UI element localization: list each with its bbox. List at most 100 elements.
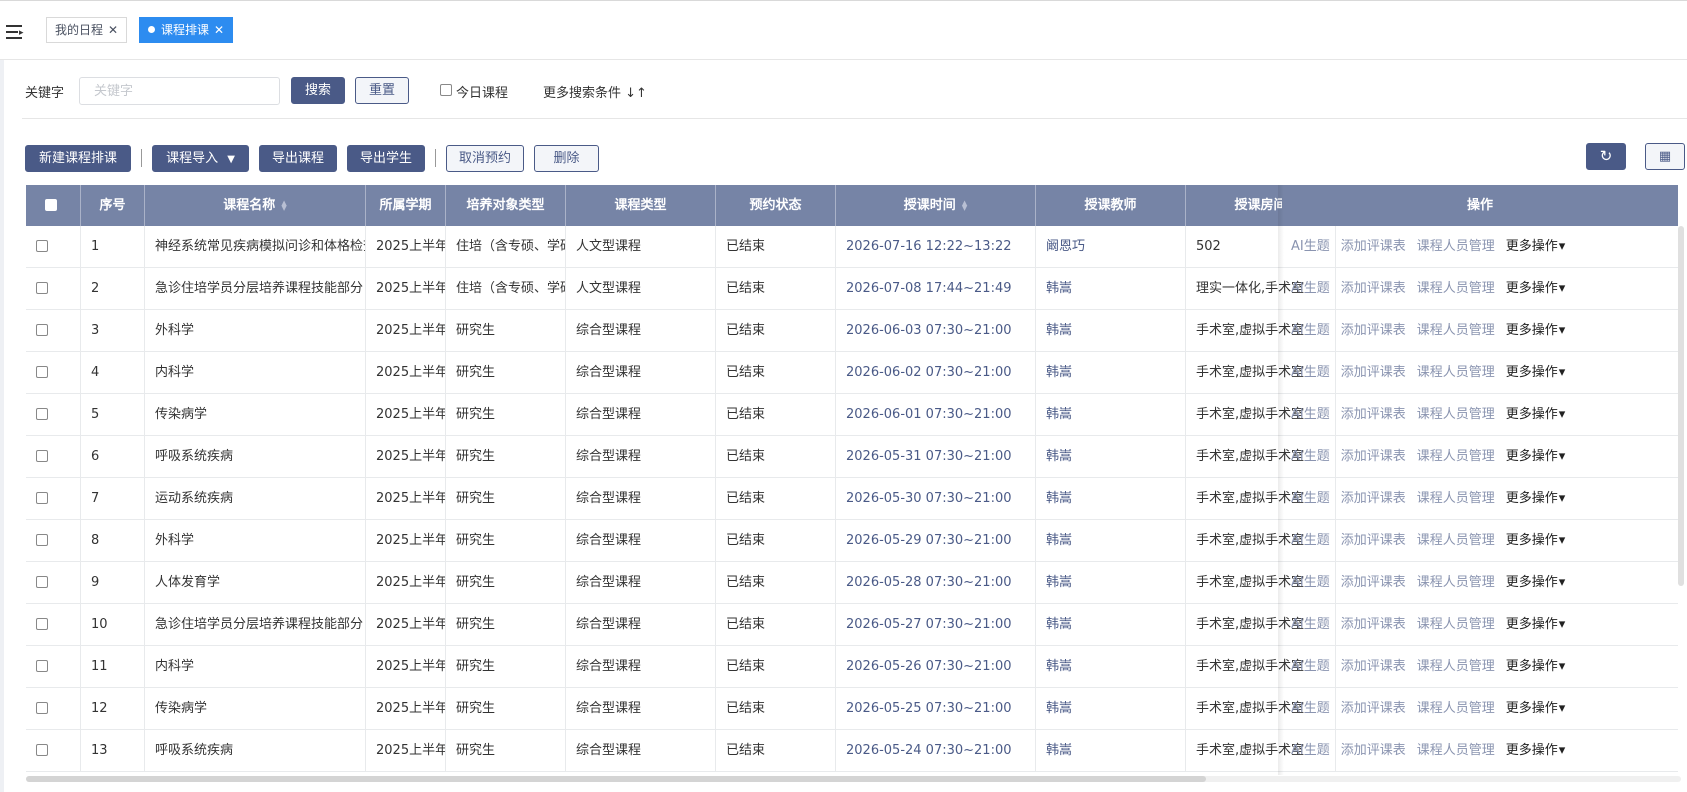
course-staff-management-link[interactable]: 课程人员管理 <box>1417 701 1495 716</box>
cell-teaching-time[interactable]: 2026-05-27 07:30~21:00 <box>836 604 1036 645</box>
more-search-conditions-link[interactable]: 更多搜索条件 ↓↑ <box>543 82 647 101</box>
row-checkbox[interactable] <box>36 744 48 756</box>
menu-toggle-icon[interactable]: ▸ <box>6 25 24 39</box>
add-evaluation-form-link[interactable]: 添加评课表 <box>1341 743 1406 758</box>
cell-teaching-time[interactable]: 2026-05-30 07:30~21:00 <box>836 478 1036 519</box>
scroll-thumb[interactable] <box>26 776 1206 782</box>
row-checkbox[interactable] <box>36 282 48 294</box>
refresh-icon[interactable]: ↻ <box>1586 143 1626 170</box>
row-checkbox[interactable] <box>36 492 48 504</box>
course-staff-management-link[interactable]: 课程人员管理 <box>1417 743 1495 758</box>
more-actions-dropdown[interactable]: 更多操作▾ <box>1506 533 1566 548</box>
more-actions-dropdown[interactable]: 更多操作▾ <box>1506 239 1566 254</box>
course-staff-management-link[interactable]: 课程人员管理 <box>1417 407 1495 422</box>
row-checkbox[interactable] <box>36 366 48 378</box>
export-student-button[interactable]: 导出学生 <box>347 145 425 172</box>
cell-teaching-time[interactable]: 2026-05-24 07:30~21:00 <box>836 730 1036 771</box>
add-evaluation-form-link[interactable]: 添加评课表 <box>1341 365 1406 380</box>
row-checkbox[interactable] <box>36 450 48 462</box>
vertical-scrollbar[interactable] <box>1678 226 1684 586</box>
cell-teaching-time[interactable]: 2026-06-02 07:30~21:00 <box>836 352 1036 393</box>
cell-teaching-time[interactable]: 2026-06-03 07:30~21:00 <box>836 310 1036 351</box>
more-actions-dropdown[interactable]: 更多操作▾ <box>1506 743 1566 758</box>
course-import-dropdown[interactable]: 课程导入 ▼ <box>152 145 249 172</box>
add-evaluation-form-link[interactable]: 添加评课表 <box>1341 239 1406 254</box>
column-header-course-name[interactable]: 课程名称 ▲ ▼ <box>145 185 366 226</box>
course-staff-management-link[interactable]: 课程人员管理 <box>1417 323 1495 338</box>
more-actions-dropdown[interactable]: 更多操作▾ <box>1506 449 1566 464</box>
delete-button[interactable]: 删除 <box>534 145 599 172</box>
course-staff-management-link[interactable]: 课程人员管理 <box>1417 449 1495 464</box>
course-staff-management-link[interactable]: 课程人员管理 <box>1417 281 1495 296</box>
tab-course-scheduling[interactable]: 课程排课 ✕ <box>139 17 233 43</box>
cell-teaching-time[interactable]: 2026-05-31 07:30~21:00 <box>836 436 1036 477</box>
add-evaluation-form-link[interactable]: 添加评课表 <box>1341 407 1406 422</box>
cell-teacher[interactable]: 韩嵩 <box>1036 268 1186 309</box>
course-staff-management-link[interactable]: 课程人员管理 <box>1417 575 1495 590</box>
add-evaluation-form-link[interactable]: 添加评课表 <box>1341 449 1406 464</box>
course-staff-management-link[interactable]: 课程人员管理 <box>1417 533 1495 548</box>
sort-icon[interactable]: ▲ ▼ <box>281 199 286 211</box>
ai-generate-questions-link[interactable]: AI生题 <box>1291 575 1330 590</box>
course-staff-management-link[interactable]: 课程人员管理 <box>1417 239 1495 254</box>
column-header-select-all[interactable] <box>26 185 81 226</box>
cell-teacher[interactable]: 阚恩巧 <box>1036 226 1186 267</box>
reset-button[interactable]: 重置 <box>355 77 409 104</box>
ai-generate-questions-link[interactable]: AI生题 <box>1291 743 1330 758</box>
cell-teaching-time[interactable]: 2026-07-08 17:44~21:49 <box>836 268 1036 309</box>
cell-teaching-time[interactable]: 2026-06-01 07:30~21:00 <box>836 394 1036 435</box>
ai-generate-questions-link[interactable]: AI生题 <box>1291 449 1330 464</box>
keyword-input[interactable] <box>79 77 280 105</box>
row-checkbox[interactable] <box>36 618 48 630</box>
column-header-teaching-time[interactable]: 授课时间 ▲ ▼ <box>836 185 1036 226</box>
export-course-button[interactable]: 导出课程 <box>259 145 337 172</box>
more-actions-dropdown[interactable]: 更多操作▾ <box>1506 323 1566 338</box>
cell-teacher[interactable]: 韩嵩 <box>1036 478 1186 519</box>
more-actions-dropdown[interactable]: 更多操作▾ <box>1506 701 1566 716</box>
cell-teacher[interactable]: 韩嵩 <box>1036 520 1186 561</box>
ai-generate-questions-link[interactable]: AI生题 <box>1291 617 1330 632</box>
cell-teacher[interactable]: 韩嵩 <box>1036 562 1186 603</box>
cell-teacher[interactable]: 韩嵩 <box>1036 604 1186 645</box>
more-actions-dropdown[interactable]: 更多操作▾ <box>1506 617 1566 632</box>
cell-teacher[interactable]: 韩嵩 <box>1036 436 1186 477</box>
cell-teacher[interactable]: 韩嵩 <box>1036 730 1186 771</box>
cell-teaching-time[interactable]: 2026-05-29 07:30~21:00 <box>836 520 1036 561</box>
ai-generate-questions-link[interactable]: AI生题 <box>1291 323 1330 338</box>
row-checkbox[interactable] <box>36 660 48 672</box>
cell-teaching-time[interactable]: 2026-05-25 07:30~21:00 <box>836 688 1036 729</box>
ai-generate-questions-link[interactable]: AI生题 <box>1291 659 1330 674</box>
add-evaluation-form-link[interactable]: 添加评课表 <box>1341 701 1406 716</box>
ai-generate-questions-link[interactable]: AI生题 <box>1291 365 1330 380</box>
ai-generate-questions-link[interactable]: AI生题 <box>1291 239 1330 254</box>
ai-generate-questions-link[interactable]: AI生题 <box>1291 533 1330 548</box>
add-evaluation-form-link[interactable]: 添加评课表 <box>1341 491 1406 506</box>
course-staff-management-link[interactable]: 课程人员管理 <box>1417 491 1495 506</box>
cancel-booking-button[interactable]: 取消预约 <box>446 145 524 172</box>
grid-icon[interactable]: ▦ <box>1645 143 1685 170</box>
ai-generate-questions-link[interactable]: AI生题 <box>1291 491 1330 506</box>
row-checkbox[interactable] <box>36 324 48 336</box>
cell-teacher[interactable]: 韩嵩 <box>1036 646 1186 687</box>
ai-generate-questions-link[interactable]: AI生题 <box>1291 281 1330 296</box>
close-icon[interactable]: ✕ <box>214 23 224 37</box>
cell-teacher[interactable]: 韩嵩 <box>1036 394 1186 435</box>
more-actions-dropdown[interactable]: 更多操作▾ <box>1506 491 1566 506</box>
course-staff-management-link[interactable]: 课程人员管理 <box>1417 365 1495 380</box>
cell-teaching-time[interactable]: 2026-07-16 12:22~13:22 <box>836 226 1036 267</box>
tab-my-schedule[interactable]: 我的日程 ✕ <box>46 17 127 43</box>
cell-teacher[interactable]: 韩嵩 <box>1036 310 1186 351</box>
row-checkbox[interactable] <box>36 240 48 252</box>
row-checkbox[interactable] <box>36 534 48 546</box>
more-actions-dropdown[interactable]: 更多操作▾ <box>1506 407 1566 422</box>
add-evaluation-form-link[interactable]: 添加评课表 <box>1341 533 1406 548</box>
close-icon[interactable]: ✕ <box>108 23 118 37</box>
new-course-schedule-button[interactable]: 新建课程排课 <box>25 145 131 172</box>
course-staff-management-link[interactable]: 课程人员管理 <box>1417 617 1495 632</box>
more-actions-dropdown[interactable]: 更多操作▾ <box>1506 575 1566 590</box>
today-course-checkbox[interactable] <box>440 84 452 96</box>
cell-teaching-time[interactable]: 2026-05-26 07:30~21:00 <box>836 646 1036 687</box>
more-actions-dropdown[interactable]: 更多操作▾ <box>1506 281 1566 296</box>
select-all-checkbox[interactable] <box>45 199 57 211</box>
search-button[interactable]: 搜索 <box>291 77 345 104</box>
